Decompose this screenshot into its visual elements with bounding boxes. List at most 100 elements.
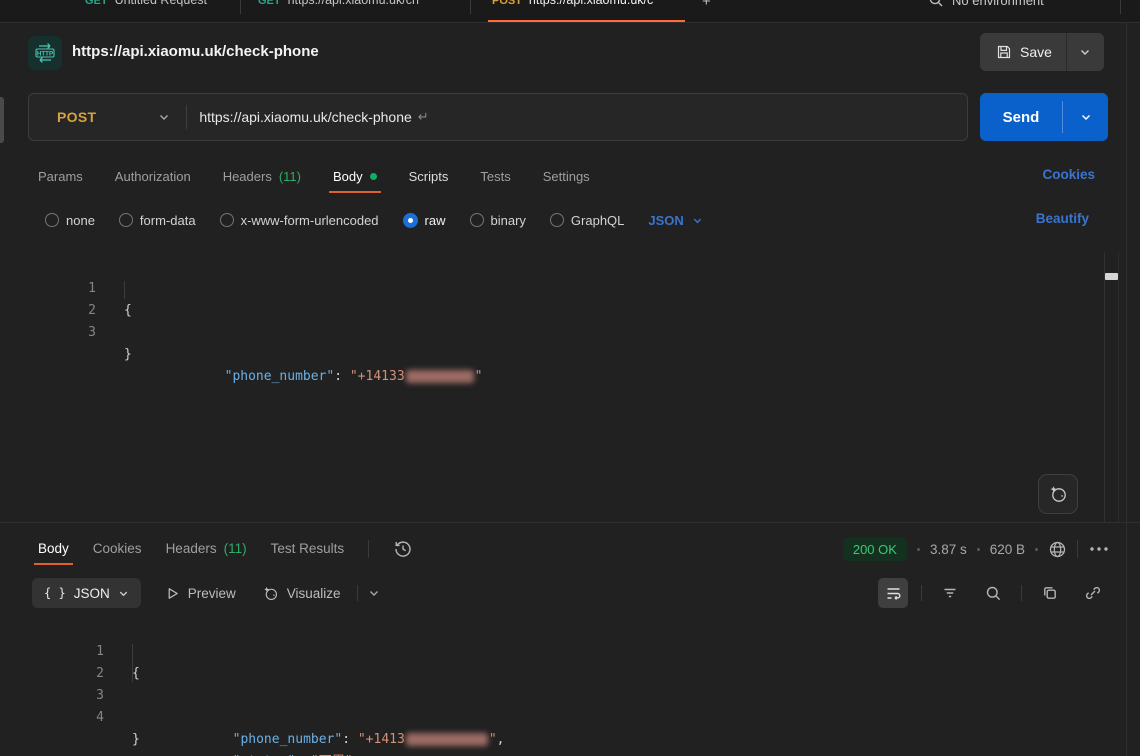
tab-divider xyxy=(470,0,471,14)
response-format-dropdown[interactable]: { } JSON xyxy=(32,578,141,608)
cookies-link[interactable]: Cookies xyxy=(1042,167,1095,182)
tab-params[interactable]: Params xyxy=(38,158,83,194)
visualize-button[interactable]: Visualize xyxy=(262,585,341,602)
save-button[interactable]: Save xyxy=(980,33,1066,71)
response-history-icon[interactable] xyxy=(393,539,413,559)
code-token: } xyxy=(132,729,140,751)
headers-count: (11) xyxy=(224,541,247,556)
add-tab-button[interactable]: + xyxy=(702,0,711,10)
radio-none[interactable]: none xyxy=(45,213,95,228)
tab-tests[interactable]: Tests xyxy=(480,158,510,194)
tab-headers[interactable]: Headers(11) xyxy=(223,158,301,194)
code-line: 2 "phone_number": "+1413", xyxy=(28,641,1104,663)
request-title: https://api.xiaomu.uk/check-phone xyxy=(72,43,319,60)
tab-divider xyxy=(240,0,241,14)
beautify-link[interactable]: Beautify xyxy=(1036,211,1089,226)
send-split-button: Send xyxy=(980,93,1108,141)
indent-guide xyxy=(132,663,133,682)
workspace-tab-bar: GET Untitled Request GET https://api.xia… xyxy=(0,0,1140,23)
pane-divider[interactable] xyxy=(0,522,1140,523)
response-tab-headers[interactable]: Headers(11) xyxy=(166,531,247,566)
radio-raw-selected[interactable]: raw xyxy=(403,213,446,228)
request-tab-3-active[interactable]: POST https://api.xiaomu.uk/c xyxy=(492,0,653,7)
code-token: : xyxy=(334,369,350,384)
response-status-cluster: 200 OK 3.87 s 620 B xyxy=(843,533,1110,565)
indent-guide xyxy=(124,281,125,299)
code-line: 2 "phone_number": "+14133" xyxy=(28,278,1104,300)
tab-label: Headers xyxy=(223,169,272,184)
radio-label: binary xyxy=(491,213,526,228)
indent-guide xyxy=(132,644,133,663)
environment-selector[interactable]: No environment xyxy=(952,0,1044,8)
radio-label: raw xyxy=(425,213,446,228)
radio-icon xyxy=(470,213,484,227)
url-input[interactable]: https://api.xiaomu.uk/check-phone xyxy=(199,109,411,125)
tab-authorization[interactable]: Authorization xyxy=(115,158,191,194)
sidebar-handle[interactable] xyxy=(0,97,4,143)
response-size[interactable]: 620 B xyxy=(990,542,1025,557)
request-tab-1[interactable]: GET Untitled Request xyxy=(85,0,207,7)
tab-body[interactable]: Body xyxy=(333,158,377,194)
link-icon[interactable] xyxy=(1078,578,1108,608)
method-chevron-icon[interactable] xyxy=(158,111,170,123)
radio-x-www-form-urlencoded[interactable]: x-www-form-urlencoded xyxy=(220,213,379,228)
json-value: " xyxy=(475,369,483,384)
tab-label: Untitled Request xyxy=(115,0,207,7)
search-icon[interactable] xyxy=(928,0,944,8)
svg-text:HTTP: HTTP xyxy=(37,51,53,58)
format-dropdown[interactable]: JSON xyxy=(648,213,702,228)
request-body-editor[interactable]: 1 { 2 "phone_number": "+14133" 3 } xyxy=(28,256,1104,522)
status-badge[interactable]: 200 OK xyxy=(843,538,907,561)
response-tab-test-results[interactable]: Test Results xyxy=(271,531,345,566)
tab-scripts[interactable]: Scripts xyxy=(409,158,449,194)
request-tab-bar: Params Authorization Headers(11) Body Sc… xyxy=(0,158,1126,194)
redacted-value xyxy=(406,733,488,746)
response-tool-icons xyxy=(878,578,1108,608)
response-time[interactable]: 3.87 s xyxy=(930,542,967,557)
response-tab-body[interactable]: Body xyxy=(38,531,69,566)
radio-icon xyxy=(550,213,564,227)
copy-icon[interactable] xyxy=(1035,578,1065,608)
save-options-chevron[interactable] xyxy=(1067,33,1104,71)
save-label: Save xyxy=(1020,44,1052,60)
code-line: 1 { xyxy=(28,619,1104,641)
editor-scrollbar-thumb[interactable] xyxy=(1105,273,1118,280)
radio-label: GraphQL xyxy=(571,213,624,228)
postbot-button[interactable] xyxy=(1038,474,1078,514)
code-line: 3 } xyxy=(28,300,1104,322)
tab-settings[interactable]: Settings xyxy=(543,158,590,194)
method-selector[interactable]: POST xyxy=(57,109,96,125)
body-type-row: none form-data x-www-form-urlencoded raw… xyxy=(0,204,1126,236)
wrap-text-button[interactable] xyxy=(878,578,908,608)
postman-app-window: GET Untitled Request GET https://api.xia… xyxy=(0,0,1140,756)
url-divider xyxy=(186,105,187,129)
active-tab-underline xyxy=(488,20,685,22)
radio-binary[interactable]: binary xyxy=(470,213,526,228)
response-tab-cookies[interactable]: Cookies xyxy=(93,531,142,566)
network-globe-icon[interactable] xyxy=(1048,540,1067,559)
tab-label: Body xyxy=(38,541,69,556)
method-badge-post: POST xyxy=(492,0,522,7)
divider xyxy=(1077,540,1078,558)
request-tab-2[interactable]: GET https://api.xiaomu.uk/ch xyxy=(258,0,419,7)
editor-border xyxy=(1118,252,1119,522)
radio-checked-icon xyxy=(403,213,418,228)
preview-button[interactable]: Preview xyxy=(165,586,236,601)
filter-icon[interactable] xyxy=(935,578,965,608)
divider xyxy=(921,585,922,601)
send-button[interactable]: Send xyxy=(980,93,1062,141)
tab-label: https://api.xiaomu.uk/c xyxy=(529,0,653,7)
response-body-editor[interactable]: 1 { 2 "phone_number": "+1413", 3 "status… xyxy=(28,619,1104,756)
search-icon[interactable] xyxy=(978,578,1008,608)
json-value: " xyxy=(489,732,497,747)
tab-label: Scripts xyxy=(409,169,449,184)
dot-separator xyxy=(977,548,980,551)
response-options-icon[interactable] xyxy=(1088,545,1110,553)
tab-label: Params xyxy=(38,169,83,184)
radio-graphql[interactable]: GraphQL xyxy=(550,213,624,228)
visualize-options-chevron[interactable] xyxy=(368,587,380,599)
radio-form-data[interactable]: form-data xyxy=(119,213,196,228)
request-header: HTTP https://api.xiaomu.uk/check-phone S… xyxy=(0,23,1126,83)
json-key: "phone_number" xyxy=(225,369,335,384)
send-options-chevron[interactable] xyxy=(1063,93,1108,141)
